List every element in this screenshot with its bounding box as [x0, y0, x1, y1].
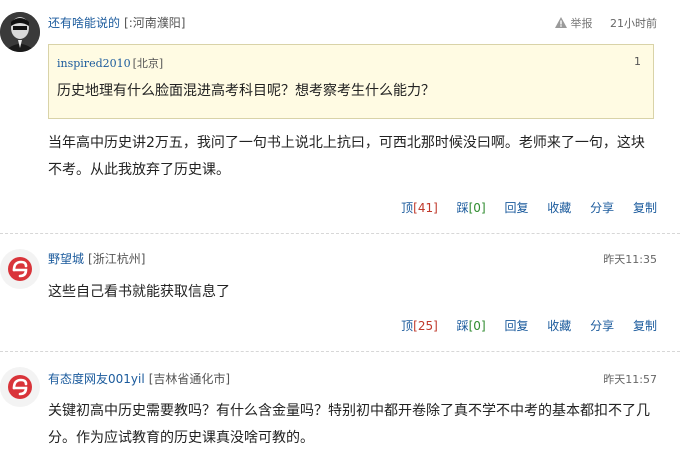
avatar[interactable]: [0, 367, 40, 407]
share-button[interactable]: 分享: [590, 201, 614, 215]
downvote-button[interactable]: 踩[0]: [457, 201, 486, 215]
comment-text: 当年高中历史讲2万五，我问了一句书上说北上抗曰，可西北那时候没曰啊。老师来了一句…: [48, 135, 645, 178]
quote-floor-number: 1: [634, 55, 641, 68]
user-location: [:河南濮阳]: [124, 16, 186, 30]
upvote-count: [25]: [413, 319, 438, 333]
upvote-button[interactable]: 顶[41]: [401, 201, 438, 215]
netease-logo-icon: [8, 257, 32, 281]
comment-meta: 昨天11:35: [603, 251, 657, 267]
comment-time: 昨天11:57: [603, 373, 657, 386]
reply-button[interactable]: 回复: [504, 319, 528, 333]
downvote-count: [0]: [468, 201, 486, 215]
comment-item: 还有啥能说的 [:河南濮阳] 举报 21小时前 inspired2010 [北京] …: [0, 0, 680, 230]
quote-username[interactable]: inspired2010 [北京]: [57, 55, 163, 71]
upvote-count: [41]: [413, 201, 438, 215]
warning-icon: [554, 17, 567, 28]
reply-button[interactable]: 回复: [504, 201, 528, 215]
upvote-button[interactable]: 顶[25]: [401, 319, 438, 333]
report-button[interactable]: 举报: [554, 17, 597, 30]
comment-item: 野望城 [浙江杭州] 昨天11:35 这些自己看书就能获取信息了 顶[25] 踩[…: [0, 234, 680, 350]
comment-meta: 举报 21小时前: [554, 15, 657, 31]
comment-username[interactable]: 还有啥能说的 [:河南濮阳]: [48, 14, 185, 31]
quote-text: 历史地理有什么脸面混进高考科目呢？想考察考生什么能力？: [57, 83, 435, 99]
netease-logo-icon: [8, 375, 32, 399]
downvote-count: [0]: [468, 319, 486, 333]
comment-username[interactable]: 有态度网友001yil [吉林省通化市]: [48, 370, 230, 387]
comment-time: 昨天11:35: [603, 253, 657, 266]
comment-actions: 顶[25] 踩[0] 回复 收藏 分享 复制: [386, 317, 657, 334]
avatar[interactable]: [0, 12, 40, 52]
comment-meta: 昨天11:57: [603, 371, 657, 387]
user-location: [浙江杭州]: [88, 252, 146, 266]
comment-time: 21小时前: [610, 17, 657, 30]
copy-button[interactable]: 复制: [633, 319, 657, 333]
downvote-button[interactable]: 踩[0]: [457, 319, 486, 333]
share-button[interactable]: 分享: [590, 319, 614, 333]
copy-button[interactable]: 复制: [633, 201, 657, 215]
comment-username[interactable]: 野望城 [浙江杭州]: [48, 250, 145, 267]
comment-item: 有态度网友001yil [吉林省通化市] 昨天11:57 关键初高中历史需要教吗？…: [0, 352, 680, 456]
user-photo-icon: [0, 12, 40, 52]
favorite-button[interactable]: 收藏: [547, 319, 571, 333]
favorite-button[interactable]: 收藏: [547, 201, 571, 215]
comment-text: 这些自己看书就能获取信息了: [48, 284, 230, 300]
quoted-comment: inspired2010 [北京] 1 历史地理有什么脸面混进高考科目呢？想考察考…: [48, 44, 654, 119]
comment-text: 关键初高中历史需要教吗？有什么含金量吗？特别初中都开卷除了真不学不中考的基本都扣…: [48, 403, 650, 446]
comment-actions: 顶[41] 踩[0] 回复 收藏 分享 复制: [386, 199, 657, 216]
avatar[interactable]: [0, 249, 40, 289]
user-location: [吉林省通化市]: [148, 372, 231, 386]
quote-location: [北京]: [132, 57, 164, 70]
